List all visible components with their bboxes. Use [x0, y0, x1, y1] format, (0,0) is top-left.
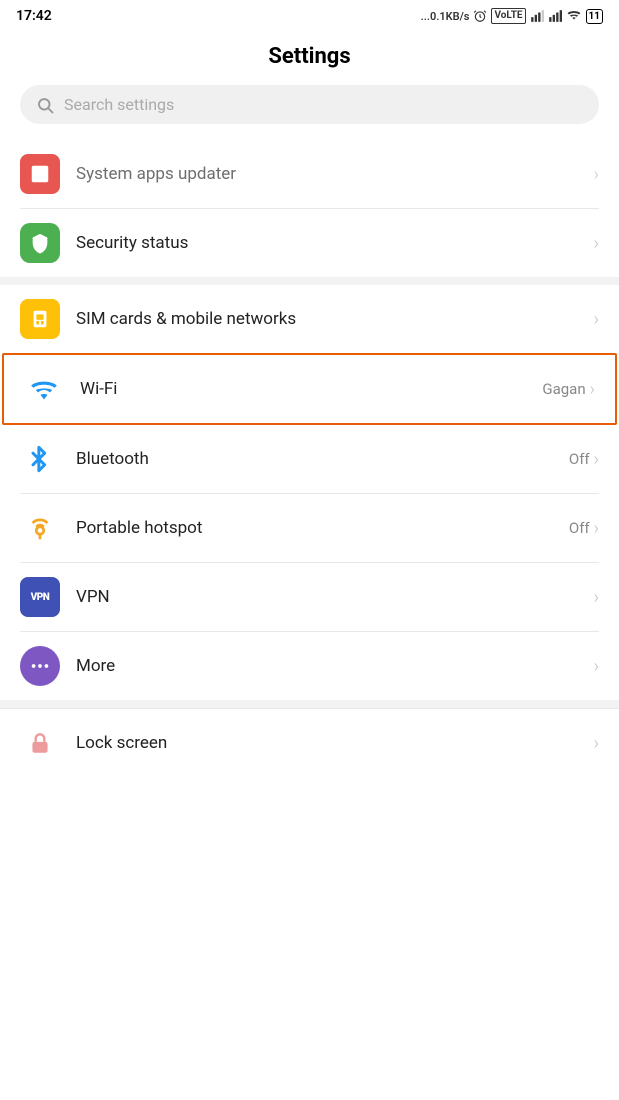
sim-label: SIM cards & mobile networks	[76, 309, 594, 329]
settings-item-bluetooth[interactable]: Bluetooth Off ›	[0, 425, 619, 493]
volte-icon: VoLTE	[491, 8, 525, 24]
status-time: 17:42	[16, 8, 52, 24]
hotspot-label: Portable hotspot	[76, 518, 569, 538]
settings-item-hotspot[interactable]: Portable hotspot Off ›	[0, 494, 619, 562]
network-speed: ...0.1KB/s	[421, 10, 470, 23]
search-icon	[36, 96, 54, 114]
wifi-chevron: ›	[590, 379, 595, 400]
page-title: Settings	[0, 28, 619, 81]
sim-icon	[20, 299, 60, 339]
system-apps-icon	[20, 154, 60, 194]
lock-screen-label: Lock screen	[76, 733, 594, 753]
section-divider-2	[0, 700, 619, 708]
signal-icon-2	[548, 9, 562, 23]
settings-item-security-status[interactable]: Security status ›	[0, 209, 619, 277]
bluetooth-value: Off	[569, 450, 590, 468]
system-apps-chevron: ›	[594, 164, 599, 185]
wifi-label: Wi-Fi	[80, 379, 542, 399]
settings-item-system-apps-updater[interactable]: System apps updater ›	[0, 140, 619, 208]
hotspot-icon	[20, 508, 60, 548]
bluetooth-chevron: ›	[594, 449, 599, 470]
sim-chevron: ›	[594, 309, 599, 330]
wifi-icon	[24, 369, 64, 409]
system-apps-label: System apps updater	[76, 164, 594, 184]
vpn-chevron: ›	[594, 587, 599, 608]
security-chevron: ›	[594, 233, 599, 254]
hotspot-value: Off	[569, 519, 590, 537]
settings-item-vpn[interactable]: VPN VPN ›	[0, 563, 619, 631]
vpn-icon: VPN	[20, 577, 60, 617]
more-icon	[20, 646, 60, 686]
settings-item-more[interactable]: More ›	[0, 632, 619, 700]
search-bar[interactable]: Search settings	[20, 85, 599, 124]
search-placeholder: Search settings	[64, 95, 174, 114]
vpn-label: VPN	[76, 587, 594, 607]
battery-level: 11	[589, 11, 600, 22]
hotspot-chevron: ›	[594, 518, 599, 539]
wifi-status-icon	[566, 9, 582, 23]
security-label: Security status	[76, 233, 594, 253]
signal-icon-1	[530, 9, 544, 23]
security-icon	[20, 223, 60, 263]
status-right: ...0.1KB/s VoLTE 11	[421, 8, 603, 24]
lock-icon	[20, 723, 60, 763]
more-label: More	[76, 656, 594, 676]
settings-item-sim-cards[interactable]: SIM cards & mobile networks ›	[0, 285, 619, 353]
search-container: Search settings	[0, 81, 619, 140]
section-divider-1	[0, 277, 619, 285]
bluetooth-label: Bluetooth	[76, 449, 569, 469]
bluetooth-icon	[20, 439, 60, 479]
settings-item-wifi[interactable]: Wi-Fi Gagan ›	[2, 353, 617, 425]
battery-icon: 11	[586, 9, 603, 24]
settings-item-lock-screen[interactable]: Lock screen ›	[0, 708, 619, 777]
alarm-icon	[473, 9, 487, 23]
status-bar: 17:42 ...0.1KB/s VoLTE 1	[0, 0, 619, 28]
wifi-value: Gagan	[542, 380, 585, 398]
settings-list: System apps updater › Security status › …	[0, 140, 619, 777]
more-chevron: ›	[594, 656, 599, 677]
lock-screen-chevron: ›	[594, 733, 599, 754]
